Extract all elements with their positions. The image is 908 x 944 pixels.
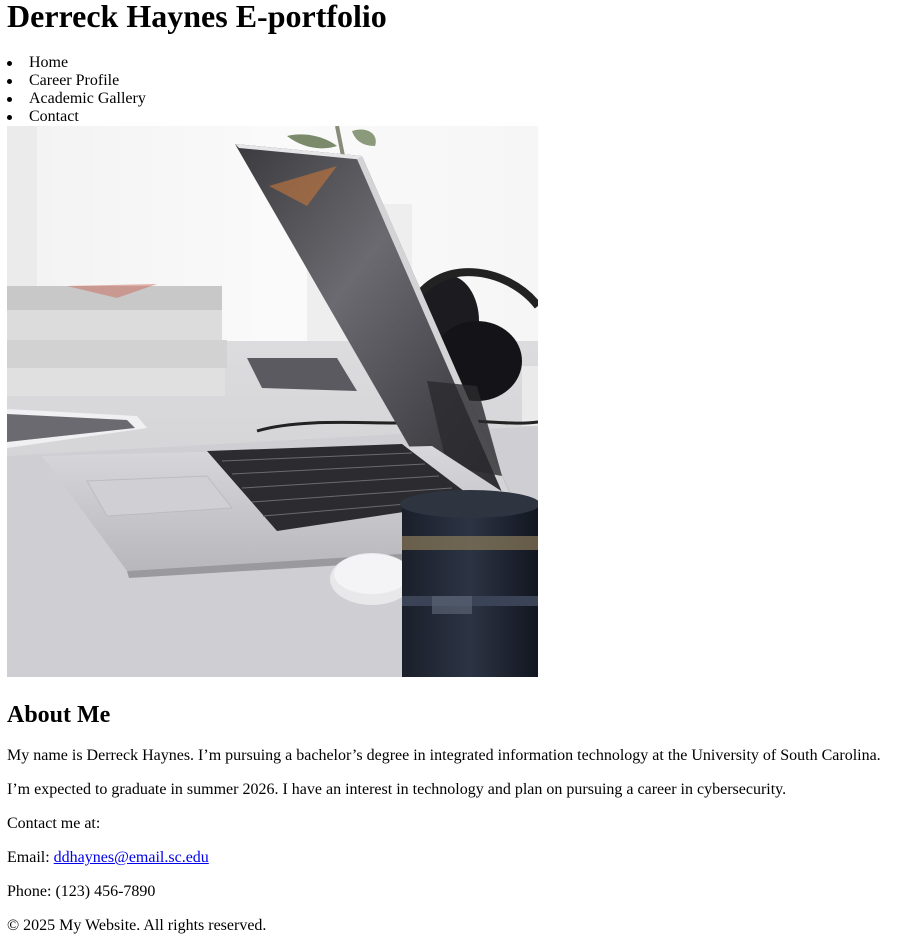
nav-item-label[interactable]: Contact: [29, 108, 79, 125]
site-title: Derreck Haynes E-portfolio: [7, 0, 902, 54]
nav-item-home[interactable]: Home: [7, 54, 902, 72]
site-title-text: Derreck Haynes E-portfolio: [7, 0, 387, 34]
phone-line: Phone: (123) 456-7890: [7, 883, 156, 900]
nav-item-label[interactable]: Home: [29, 54, 68, 71]
footer-copyright: © 2025 My Website. All rights reserved.: [7, 917, 267, 934]
nav-item-contact[interactable]: Contact: [7, 108, 902, 126]
email-link[interactable]: ddhaynes@email.sc.edu: [54, 849, 209, 866]
hero-image: [7, 126, 538, 677]
nav-item-label[interactable]: Career Profile: [29, 72, 119, 89]
laptop-desk-photo-icon: [7, 126, 538, 677]
bullet-icon: [7, 97, 12, 102]
nav-item-label[interactable]: Academic Gallery: [29, 90, 146, 107]
about-paragraph-1: My name is Derreck Haynes. I’m pursuing …: [7, 747, 881, 764]
bullet-icon: [7, 115, 12, 120]
main-nav: Home Career Profile Academic Gallery Con…: [7, 54, 902, 126]
nav-item-academic-gallery[interactable]: Academic Gallery: [7, 90, 902, 108]
email-line: Email: ddhaynes@email.sc.edu: [7, 849, 902, 867]
page: Derreck Haynes E-portfolio Home Career P…: [7, 0, 902, 935]
about-heading: About Me: [7, 702, 111, 728]
contact-intro: Contact me at:: [7, 815, 101, 832]
nav-item-career-profile[interactable]: Career Profile: [7, 72, 902, 90]
about-paragraph-2: I’m expected to graduate in summer 2026.…: [7, 781, 787, 798]
email-label: Email:: [7, 849, 54, 866]
bullet-icon: [7, 79, 12, 84]
bullet-icon: [7, 61, 12, 66]
